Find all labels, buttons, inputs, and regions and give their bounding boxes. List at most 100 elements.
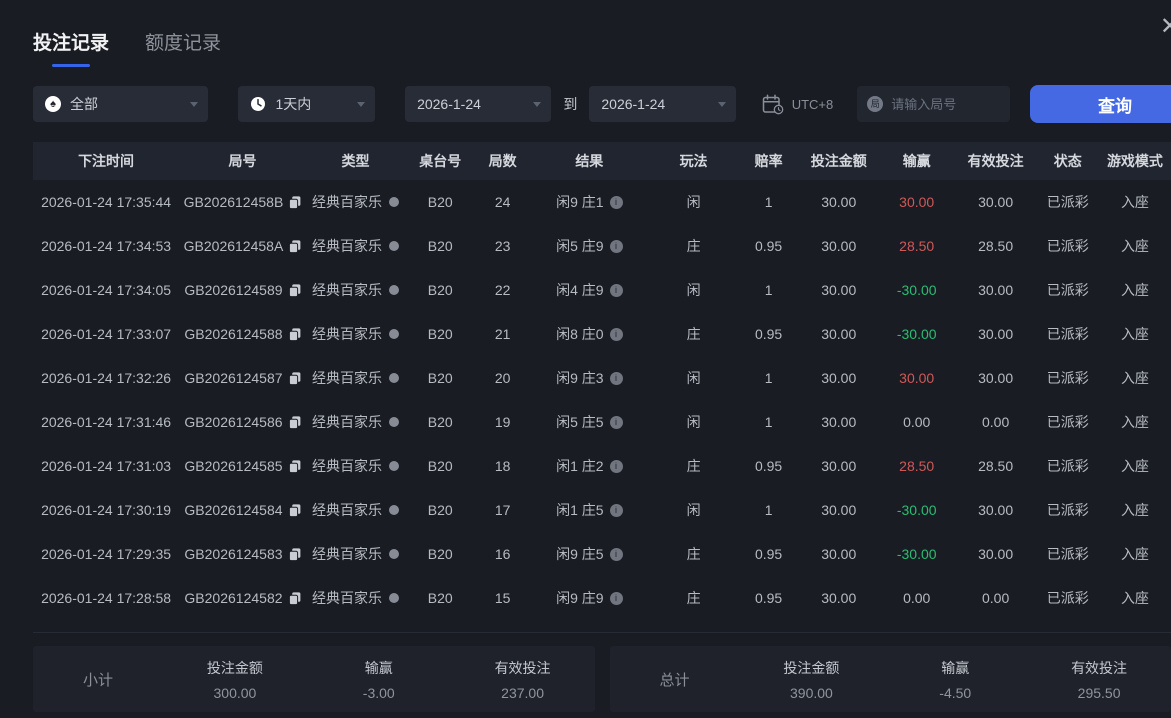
win-loss-value: 0.00 xyxy=(903,590,930,606)
copy-icon[interactable] xyxy=(289,504,301,517)
game-logo-icon xyxy=(389,593,399,603)
status-value: 已派彩 xyxy=(1047,280,1089,300)
cell-game-mode: 入座 xyxy=(1099,500,1171,520)
cell-status: 已派彩 xyxy=(1037,544,1099,564)
game-type-value: 经典百家乐 xyxy=(312,324,382,344)
table-number-value: B20 xyxy=(428,370,453,386)
header-table-number: 桌台号 xyxy=(405,151,475,171)
cell-game-type: 经典百家乐 xyxy=(306,588,405,608)
info-icon[interactable]: i xyxy=(610,460,623,473)
game-type-value: 经典百家乐 xyxy=(312,412,382,432)
cell-table-number: B20 xyxy=(405,194,475,210)
info-icon[interactable]: i xyxy=(610,416,623,429)
stat-label: 输赢 xyxy=(307,658,451,678)
info-icon[interactable]: i xyxy=(610,504,623,517)
cell-round-count: 20 xyxy=(475,370,530,386)
header-game-mode: 游戏模式 xyxy=(1099,151,1171,171)
round-number-input[interactable] xyxy=(891,97,1001,112)
game-number-value: GB202612458B xyxy=(184,194,284,210)
copy-icon[interactable] xyxy=(289,284,301,297)
tab-quota-records[interactable]: 额度记录 xyxy=(145,28,221,55)
active-tab-underline xyxy=(52,64,90,67)
bet-amount-value: 30.00 xyxy=(821,326,856,342)
close-icon[interactable]: ✕ xyxy=(1160,12,1171,41)
cell-game-number: GB2026124589 xyxy=(179,282,306,298)
bet-amount-value: 30.00 xyxy=(821,238,856,254)
cell-bet-time: 2026-01-24 17:31:46 xyxy=(33,414,179,430)
info-icon[interactable]: i xyxy=(610,240,623,253)
copy-icon[interactable] xyxy=(289,196,301,209)
info-icon[interactable]: i xyxy=(610,592,623,605)
game-number-value: GB2026124582 xyxy=(184,590,282,606)
clock-icon xyxy=(250,96,266,112)
cell-valid-bet: 30.00 xyxy=(955,194,1037,210)
copy-icon[interactable] xyxy=(289,416,301,429)
cell-bet-time: 2026-01-24 17:29:35 xyxy=(33,546,179,562)
cell-bet-amount: 30.00 xyxy=(799,194,879,210)
valid-bet-value: 0.00 xyxy=(982,414,1009,430)
bet-time-value: 2026-01-24 17:30:19 xyxy=(41,502,171,518)
query-button[interactable]: 查询 xyxy=(1030,85,1171,123)
table-number-value: B20 xyxy=(428,282,453,298)
game-logo-icon xyxy=(389,417,399,427)
cell-game-type: 经典百家乐 xyxy=(306,368,405,388)
cell-bet-amount: 30.00 xyxy=(799,282,879,298)
cell-status: 已派彩 xyxy=(1037,192,1099,212)
game-type-select[interactable]: ♠ 全部 xyxy=(33,86,208,122)
game-type-value: 经典百家乐 xyxy=(312,280,382,300)
valid-bet-value: 30.00 xyxy=(978,282,1013,298)
cell-game-number: GB2026124583 xyxy=(179,546,306,562)
bet-time-value: 2026-01-24 17:34:05 xyxy=(41,282,171,298)
tab-betting-records[interactable]: 投注记录 xyxy=(33,28,109,67)
cell-game-mode: 入座 xyxy=(1099,588,1171,608)
cell-bet-amount: 30.00 xyxy=(799,458,879,474)
info-icon[interactable]: i xyxy=(610,196,623,209)
bet-time-value: 2026-01-24 17:29:35 xyxy=(41,546,171,562)
cell-game-type: 经典百家乐 xyxy=(306,236,405,256)
timezone-indicator: UTC+8 xyxy=(762,94,834,115)
stat-label: 有效投注 xyxy=(451,658,595,678)
table-row: 2026-01-24 17:31:46GB2026124586经典百家乐B201… xyxy=(33,400,1171,444)
info-icon[interactable]: i xyxy=(610,372,623,385)
status-value: 已派彩 xyxy=(1047,456,1089,476)
game-number-value: GB202612458A xyxy=(184,238,284,254)
table-row: 2026-01-24 17:34:53GB202612458A经典百家乐B202… xyxy=(33,224,1171,268)
bet-time-value: 2026-01-24 17:35:44 xyxy=(41,194,171,210)
copy-icon[interactable] xyxy=(289,548,301,561)
time-range-select[interactable]: 1天内 xyxy=(238,86,375,122)
date-from-picker[interactable]: 2026-1-24 xyxy=(405,86,551,122)
game-logo-icon xyxy=(389,285,399,295)
copy-icon[interactable] xyxy=(289,328,301,341)
round-number-icon: 局 xyxy=(867,96,883,112)
cell-game-mode: 入座 xyxy=(1099,368,1171,388)
stat-value: -4.50 xyxy=(883,685,1027,701)
copy-icon[interactable] xyxy=(289,372,301,385)
subtotal-bet-amount: 投注金额 300.00 xyxy=(163,658,307,701)
date-range-to-label: 到 xyxy=(563,94,577,114)
table-row: 2026-01-24 17:32:26GB2026124587经典百家乐B202… xyxy=(33,356,1171,400)
copy-icon[interactable] xyxy=(289,460,301,473)
win-loss-value: 30.00 xyxy=(899,194,934,210)
copy-icon[interactable] xyxy=(289,240,301,253)
total-win-loss: 输赢 -4.50 xyxy=(883,658,1027,701)
time-range-value: 1天内 xyxy=(275,94,311,114)
stat-label: 投注金额 xyxy=(163,658,307,678)
info-icon[interactable]: i xyxy=(610,284,623,297)
result-value: 闲9 庄5 xyxy=(556,544,603,564)
betting-records-table: 下注时间局号类型桌台号局数结果玩法赔率投注金额输赢有效投注状态游戏模式 2026… xyxy=(0,142,1171,620)
win-loss-value: 0.00 xyxy=(903,414,930,430)
cell-valid-bet: 30.00 xyxy=(955,282,1037,298)
odds-value: 0.95 xyxy=(755,546,782,562)
cell-game-mode: 入座 xyxy=(1099,280,1171,300)
cell-win-loss: -30.00 xyxy=(879,502,955,518)
play-type-value: 闲 xyxy=(687,368,701,388)
game-mode-value: 入座 xyxy=(1121,544,1149,564)
info-icon[interactable]: i xyxy=(610,548,623,561)
table-row: 2026-01-24 17:35:44GB202612458B经典百家乐B202… xyxy=(33,180,1171,224)
date-to-picker[interactable]: 2026-1-24 xyxy=(589,86,735,122)
copy-icon[interactable] xyxy=(289,592,301,605)
play-type-value: 庄 xyxy=(687,544,701,564)
cell-status: 已派彩 xyxy=(1037,324,1099,344)
cell-bet-amount: 30.00 xyxy=(799,326,879,342)
info-icon[interactable]: i xyxy=(610,328,623,341)
